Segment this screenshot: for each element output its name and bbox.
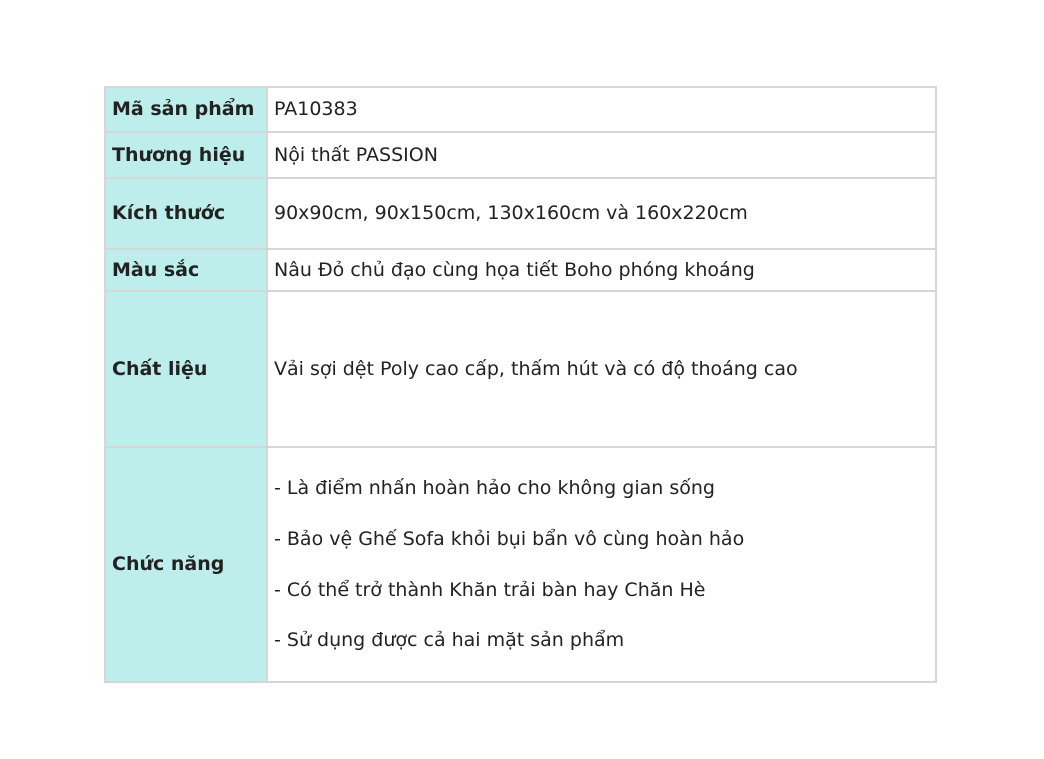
product-spec-table: Mã sản phẩm PA10383 Thương hiệu Nội thất… (104, 86, 937, 683)
list-item: - Có thể trở thành Khăn trải bàn hay Chă… (274, 578, 706, 601)
table-row: Mã sản phẩm PA10383 (104, 86, 937, 133)
row-value: PA10383 (266, 86, 937, 133)
table-row: Kích thước 90x90cm, 90x150cm, 130x160cm … (104, 177, 937, 250)
row-value: 90x90cm, 90x150cm, 130x160cm và 160x220c… (266, 177, 937, 250)
row-label: Thương hiệu (104, 131, 268, 179)
row-value: Nội thất PASSION (266, 131, 937, 179)
row-label: Kích thước (104, 177, 268, 250)
list-item: - Là điểm nhấn hoàn hảo cho không gian s… (274, 476, 715, 499)
row-value: Vải sợi dệt Poly cao cấp, thấm hút và có… (266, 290, 937, 448)
table-row: Chức năng - Là điểm nhấn hoàn hảo cho kh… (104, 446, 937, 683)
table-row: Màu sắc Nâu Đỏ chủ đạo cùng họa tiết Boh… (104, 248, 937, 292)
table-row: Chất liệu Vải sợi dệt Poly cao cấp, thấm… (104, 290, 937, 448)
list-item: - Bảo vệ Ghế Sofa khỏi bụi bẩn vô cùng h… (274, 527, 745, 550)
row-value-list: - Là điểm nhấn hoàn hảo cho không gian s… (266, 446, 937, 683)
row-label: Chất liệu (104, 290, 268, 448)
row-value: Nâu Đỏ chủ đạo cùng họa tiết Boho phóng … (266, 248, 937, 292)
row-label: Màu sắc (104, 248, 268, 292)
table-row: Thương hiệu Nội thất PASSION (104, 131, 937, 179)
row-label: Mã sản phẩm (104, 86, 268, 133)
feature-list: - Là điểm nhấn hoàn hảo cho không gian s… (274, 477, 929, 652)
row-label: Chức năng (104, 446, 268, 683)
list-item: - Sử dụng được cả hai mặt sản phẩm (274, 629, 625, 652)
